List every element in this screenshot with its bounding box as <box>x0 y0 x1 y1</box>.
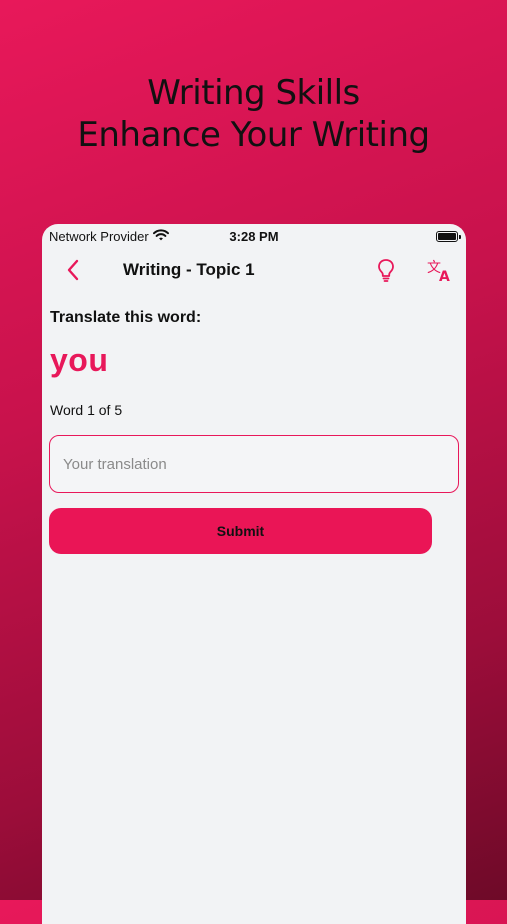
battery-icon <box>436 231 461 242</box>
battery-fill <box>438 233 456 240</box>
nav-bar: Writing - Topic 1 文 A <box>42 252 466 288</box>
svg-text:A: A <box>439 269 450 283</box>
translate-icon: 文 A <box>427 260 450 285</box>
chevron-left-icon <box>67 259 79 281</box>
headline-line-2: Enhance Your Writing <box>77 115 430 155</box>
target-word: you <box>50 342 109 378</box>
headline-line-1: Writing Skills <box>147 73 360 113</box>
back-button[interactable] <box>62 256 86 284</box>
lightbulb-icon <box>378 259 394 282</box>
page-title: Writing - Topic 1 <box>123 260 255 279</box>
status-time: 3:28 PM <box>229 229 279 244</box>
word-counter: Word 1 of 5 <box>50 402 123 418</box>
submit-button[interactable]: Submit <box>49 508 432 554</box>
phone-screen: Network Provider 3:28 PM Writing - Topic… <box>42 224 466 924</box>
status-bar: Network Provider 3:28 PM <box>42 224 466 250</box>
translation-input[interactable] <box>49 435 459 493</box>
exercise-prompt: Translate this word: <box>50 309 202 326</box>
translate-button[interactable]: 文 A <box>426 257 454 285</box>
promo-headline: Writing Skills Enhance Your Writing <box>0 72 507 156</box>
hint-button[interactable] <box>374 257 398 283</box>
